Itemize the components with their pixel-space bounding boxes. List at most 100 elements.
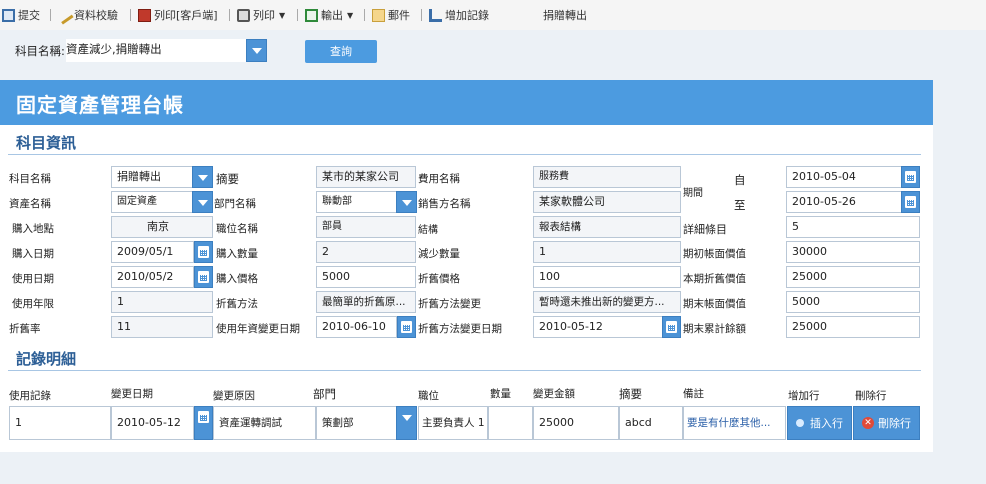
decrease-qty-field[interactable]: 1 (533, 241, 681, 263)
insert-icon (796, 419, 804, 427)
position-field[interactable]: 部員 (316, 216, 416, 238)
chevron-down-icon[interactable] (396, 406, 417, 440)
toolbar-separator (229, 9, 230, 21)
use-years-field[interactable]: 1 (111, 291, 213, 313)
calendar-icon[interactable] (901, 191, 920, 213)
validate-label: 資料校驗 (74, 9, 118, 22)
label-department: 部門名稱 (214, 198, 256, 210)
chevron-down-icon[interactable] (192, 166, 213, 188)
record-position[interactable]: 主要負責人 1 (418, 406, 488, 440)
calendar-icon[interactable] (194, 241, 213, 263)
label-seller-name: 銷售方名稱 (418, 198, 471, 210)
purchase-price-field[interactable]: 5000 (316, 266, 416, 288)
record-change-reason[interactable]: 資產運轉調試 (213, 406, 316, 440)
label-use-years: 使用年限 (12, 298, 54, 310)
chevron-down-icon[interactable] (192, 191, 213, 213)
search-label: 科目名稱: (15, 44, 65, 58)
purchase-place-field[interactable]: 南京 (111, 216, 213, 238)
label-subject-name: 科目名稱 (9, 173, 51, 185)
section-divider (8, 370, 921, 371)
calendar-icon[interactable] (194, 406, 213, 440)
label-method-change: 折舊方法變更 (418, 298, 481, 310)
export-button[interactable]: 輸出 ▼ (305, 7, 353, 23)
mail-button[interactable]: 郵件 (372, 7, 410, 23)
add-record-label: 增加記錄 (445, 9, 489, 22)
depreciation-price-field[interactable]: 100 (533, 266, 681, 288)
record-use-record[interactable]: 1 (9, 406, 111, 440)
search-subject-select[interactable]: 資產減少,捐贈轉出 (66, 39, 246, 62)
label-purchase-place: 購入地點 (12, 223, 54, 235)
label-expense-name: 費用名稱 (418, 173, 460, 185)
label-closing-book-value: 期末帳面價值 (683, 298, 746, 310)
validate-button[interactable]: 資料校驗 (55, 5, 118, 25)
header-use-record: 使用記錄 (9, 390, 51, 402)
label-use-date: 使用日期 (12, 273, 54, 285)
calendar-icon[interactable] (662, 316, 681, 338)
label-asset-name: 資產名稱 (9, 198, 51, 210)
label-depreciation-method: 折舊方法 (216, 298, 258, 310)
closing-accumulated-field[interactable]: 25000 (786, 316, 920, 338)
period-from-field[interactable]: 2010-05-04 (786, 166, 902, 188)
closing-book-value-field[interactable]: 5000 (786, 291, 920, 313)
structure-field[interactable]: 報表結構 (533, 216, 681, 238)
label-decrease-qty: 減少數量 (418, 248, 460, 260)
opening-book-value-field[interactable]: 30000 (786, 241, 920, 263)
header-summary: 摘要 (619, 387, 642, 401)
record-quantity[interactable] (488, 406, 533, 440)
header-change-reason: 變更原因 (213, 390, 255, 402)
submit-button[interactable]: 提交 (2, 7, 40, 23)
expense-name-field[interactable]: 服務費 (533, 166, 681, 188)
header-add-row: 增加行 (788, 390, 820, 402)
method-change-date-field[interactable]: 2010-05-12 (533, 316, 663, 338)
add-row-icon (429, 8, 442, 22)
chevron-down-icon[interactable] (246, 39, 267, 62)
department-select[interactable]: 聯動部 (316, 191, 397, 213)
chevron-down-icon[interactable] (396, 191, 417, 213)
header-change-date: 變更日期 (111, 388, 153, 400)
toolbar-separator (50, 9, 51, 21)
calendar-icon[interactable] (901, 166, 920, 188)
asset-name-select[interactable]: 固定資產 (111, 191, 193, 213)
use-date-field[interactable]: 2010/05/2 (111, 266, 194, 288)
calendar-icon[interactable] (397, 316, 416, 338)
record-change-date[interactable]: 2010-05-12 (111, 406, 194, 440)
record-department-select[interactable]: 策劃部 (316, 406, 397, 440)
label-method-change-date: 折舊方法變更日期 (418, 323, 502, 335)
toolbar: 提交 資料校驗 列印[客戶端] 列印 ▼ 輸出 ▼ 郵件 增加記錄 捐贈轉出 (0, 0, 986, 30)
period-to-field[interactable]: 2010-05-26 (786, 191, 902, 213)
header-quantity: 數量 (490, 388, 511, 400)
delete-row-button[interactable]: ✕ 刪除行 (853, 406, 920, 440)
label-from: 自 (734, 173, 746, 187)
label-closing-accumulated: 期末累計餘額 (683, 323, 746, 335)
label-detail-items: 詳細條目 (683, 223, 727, 236)
detail-items-field[interactable]: 5 (786, 216, 920, 238)
label-summary: 摘要 (216, 172, 239, 186)
use-years-change-date-field[interactable]: 2010-06-10 (316, 316, 397, 338)
add-record-button[interactable]: 增加記錄 (429, 7, 489, 23)
label-current-depreciation: 本期折舊價值 (683, 273, 746, 285)
print-customer-button[interactable]: 列印[客戶端] (138, 7, 218, 23)
print-button[interactable]: 列印 ▼ (237, 7, 285, 23)
subject-name-select[interactable]: 捐贈轉出 (111, 166, 193, 188)
query-button[interactable]: 查詢 (305, 40, 377, 63)
seller-name-field[interactable]: 某家軟體公司 (533, 191, 681, 213)
record-summary[interactable]: abcd (619, 406, 683, 440)
export-label: 輸出 (321, 9, 343, 22)
pdf-icon (138, 8, 151, 22)
depreciation-method-field[interactable]: 最簡單的折舊原... (316, 291, 416, 313)
header-remark: 備註 (683, 388, 704, 400)
current-depreciation-field[interactable]: 25000 (786, 266, 920, 288)
calendar-icon[interactable] (194, 266, 213, 288)
purchase-date-field[interactable]: 2009/05/1 (111, 241, 194, 263)
insert-row-button[interactable]: 插入行 (787, 406, 852, 440)
summary-field[interactable]: 某市的某家公司 (316, 166, 416, 188)
header-change-amount: 變更金額 (533, 388, 575, 400)
header-delete-row: 刪除行 (855, 390, 887, 402)
toolbar-title: 捐贈轉出 (543, 9, 587, 22)
record-change-amount[interactable]: 25000 (533, 406, 619, 440)
purchase-qty-field[interactable]: 2 (316, 241, 416, 263)
toolbar-separator (130, 9, 131, 21)
record-remark[interactable]: 要是有什麼其他... (683, 406, 786, 440)
depreciation-rate-field[interactable]: 11 (111, 316, 213, 338)
method-change-field[interactable]: 暫時還未推出新的變更方... (533, 291, 681, 313)
